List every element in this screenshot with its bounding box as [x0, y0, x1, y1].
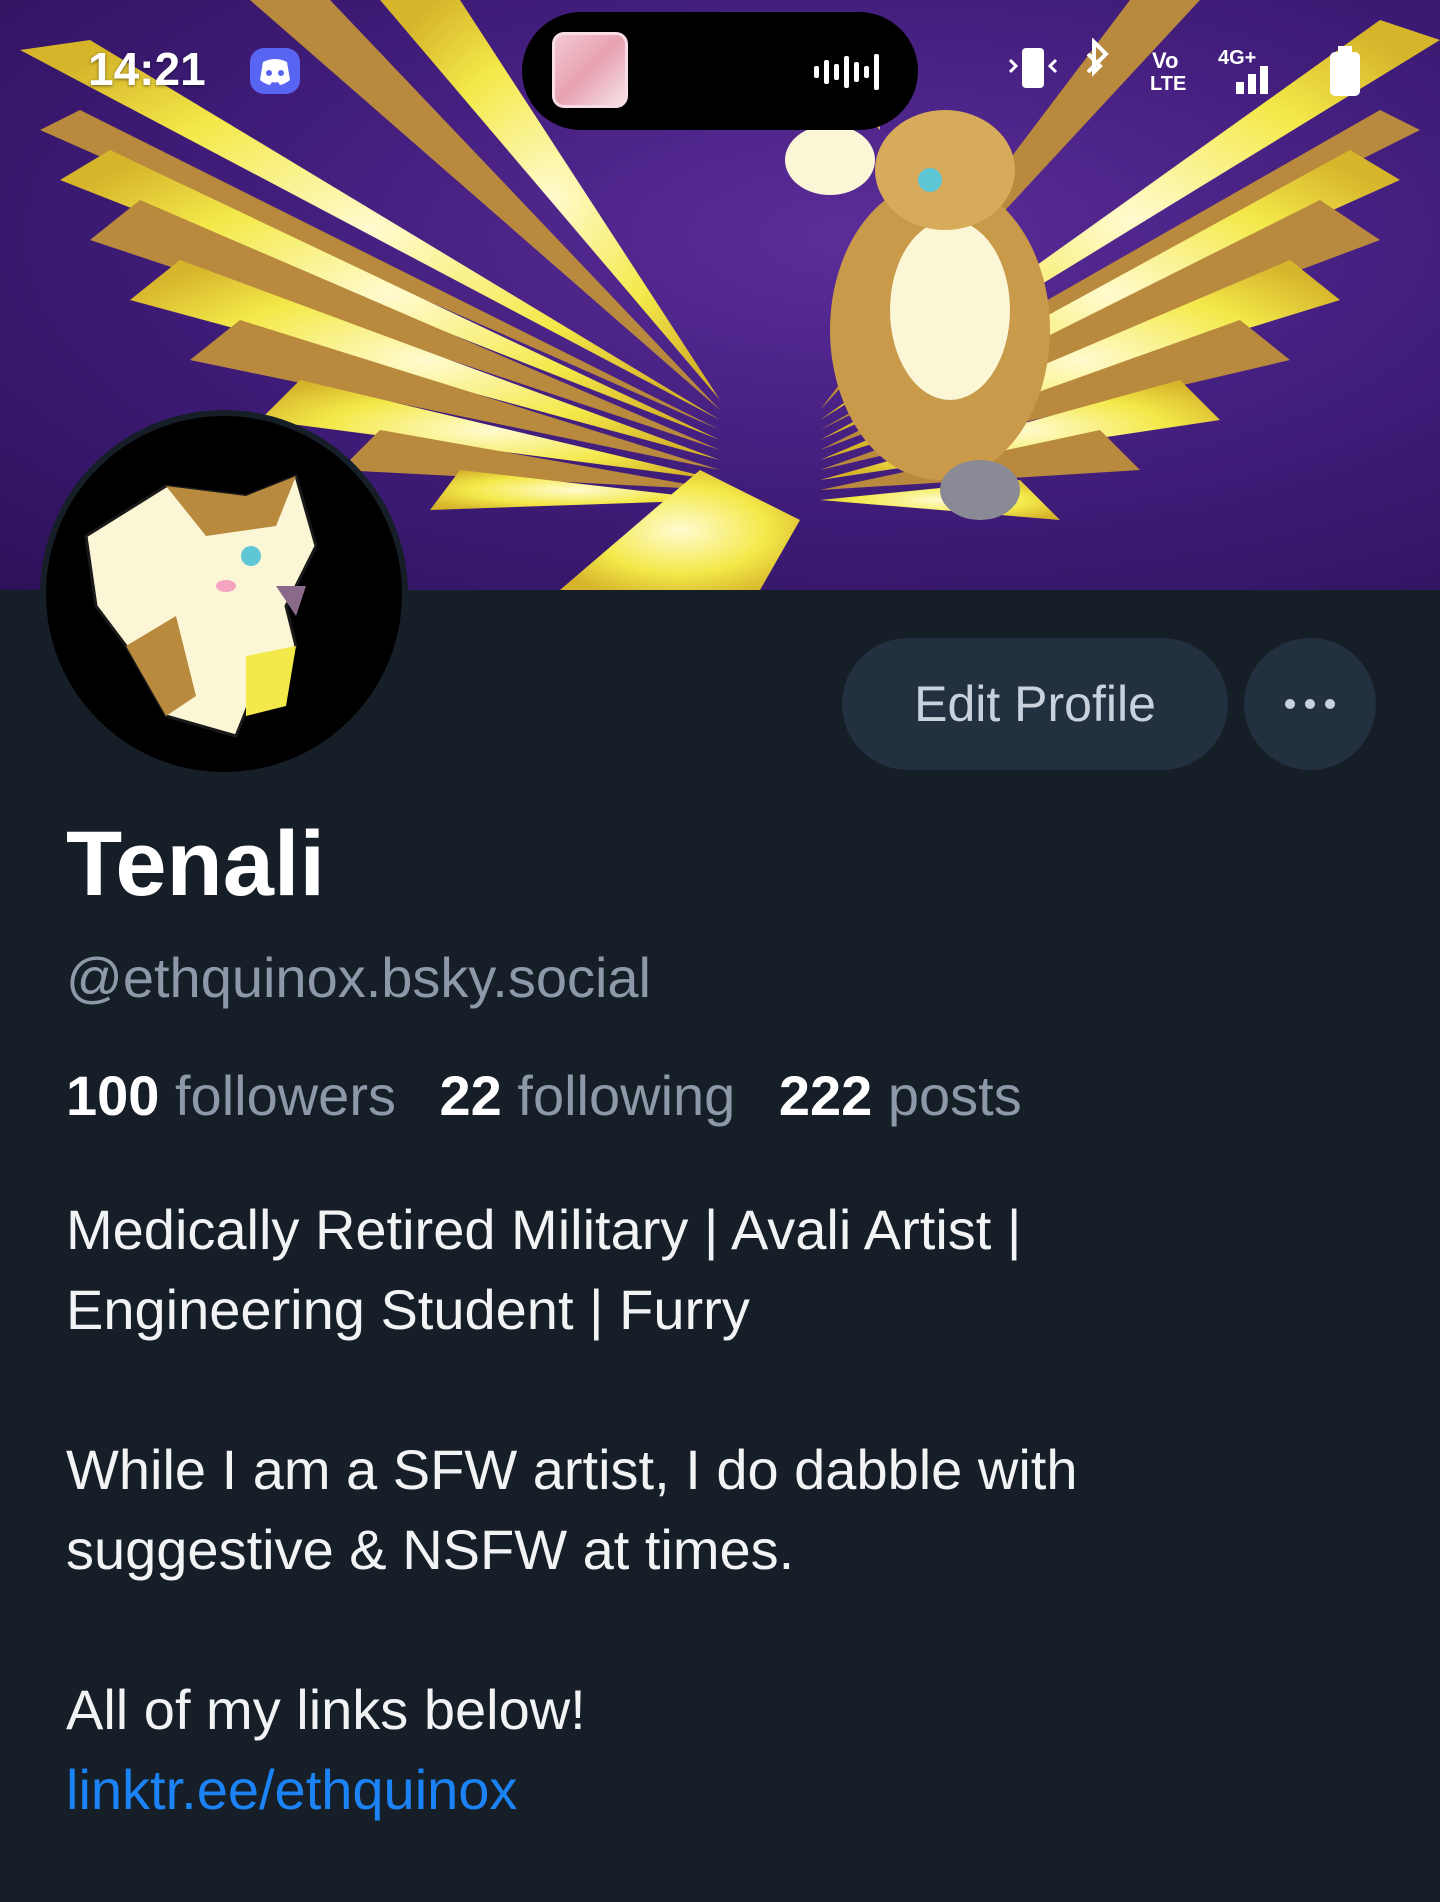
following-label: following [517, 1064, 736, 1127]
following-count: 22 [439, 1064, 502, 1127]
volte-icon: Vo LTE [1150, 48, 1186, 95]
bio-line: Engineering Student | Furry [66, 1278, 750, 1341]
battery-icon [1330, 46, 1360, 96]
signal-icon: 4G+ [1218, 47, 1268, 94]
bio-link[interactable]: linktr.ee/ethquinox [66, 1758, 517, 1821]
posts-label: posts [887, 1064, 1022, 1127]
profile-stats: 100 followers 22 following 222 posts [66, 1068, 1050, 1124]
status-icons: Vo LTE 4G+ [1008, 38, 1360, 96]
bio-spacer [66, 1350, 1366, 1430]
status-time: 14:21 [88, 43, 206, 95]
edit-profile-button[interactable]: Edit Profile [842, 638, 1228, 770]
posts-stat: 222 posts [779, 1064, 1022, 1127]
avatar-artwork [84, 473, 318, 738]
more-icon-dot [1305, 699, 1315, 709]
profile-handle[interactable]: @ethquinox.bsky.social [66, 950, 651, 1006]
soundwave-icon [814, 54, 879, 90]
avatar[interactable] [40, 410, 408, 778]
more-icon-dot [1325, 699, 1335, 709]
bio-line: suggestive & NSFW at times. [66, 1518, 795, 1581]
svg-text:Vo: Vo [1152, 48, 1178, 73]
bio-line: All of my links below! [66, 1678, 586, 1741]
more-options-button[interactable] [1244, 638, 1376, 770]
display-name: Tenali [66, 813, 326, 915]
bio-spacer [66, 1590, 1366, 1670]
bio-line: While I am a SFW artist, I do dabble wit… [66, 1438, 1078, 1501]
svg-text:4G+: 4G+ [1218, 47, 1256, 69]
followers-label: followers [175, 1064, 396, 1127]
following-stat[interactable]: 22 following [440, 1064, 736, 1127]
followers-count: 100 [66, 1064, 160, 1127]
followers-stat[interactable]: 100 followers [66, 1064, 396, 1127]
status-bar: 14:21 Vo LTE 4G+ [0, 0, 1440, 130]
svg-text:LTE: LTE [1150, 73, 1186, 95]
media-thumbnail[interactable] [552, 32, 628, 108]
dynamic-island[interactable] [522, 12, 918, 130]
bio-line: Medically Retired Military | Avali Artis… [66, 1198, 1022, 1261]
posts-count: 222 [778, 1064, 873, 1127]
vibrate-icon [1008, 48, 1058, 88]
profile-bio: Medically Retired Military | Avali Artis… [66, 1190, 1366, 1830]
discord-icon [250, 48, 300, 94]
more-icon [1285, 699, 1295, 709]
bluetooth-icon [1086, 38, 1109, 77]
